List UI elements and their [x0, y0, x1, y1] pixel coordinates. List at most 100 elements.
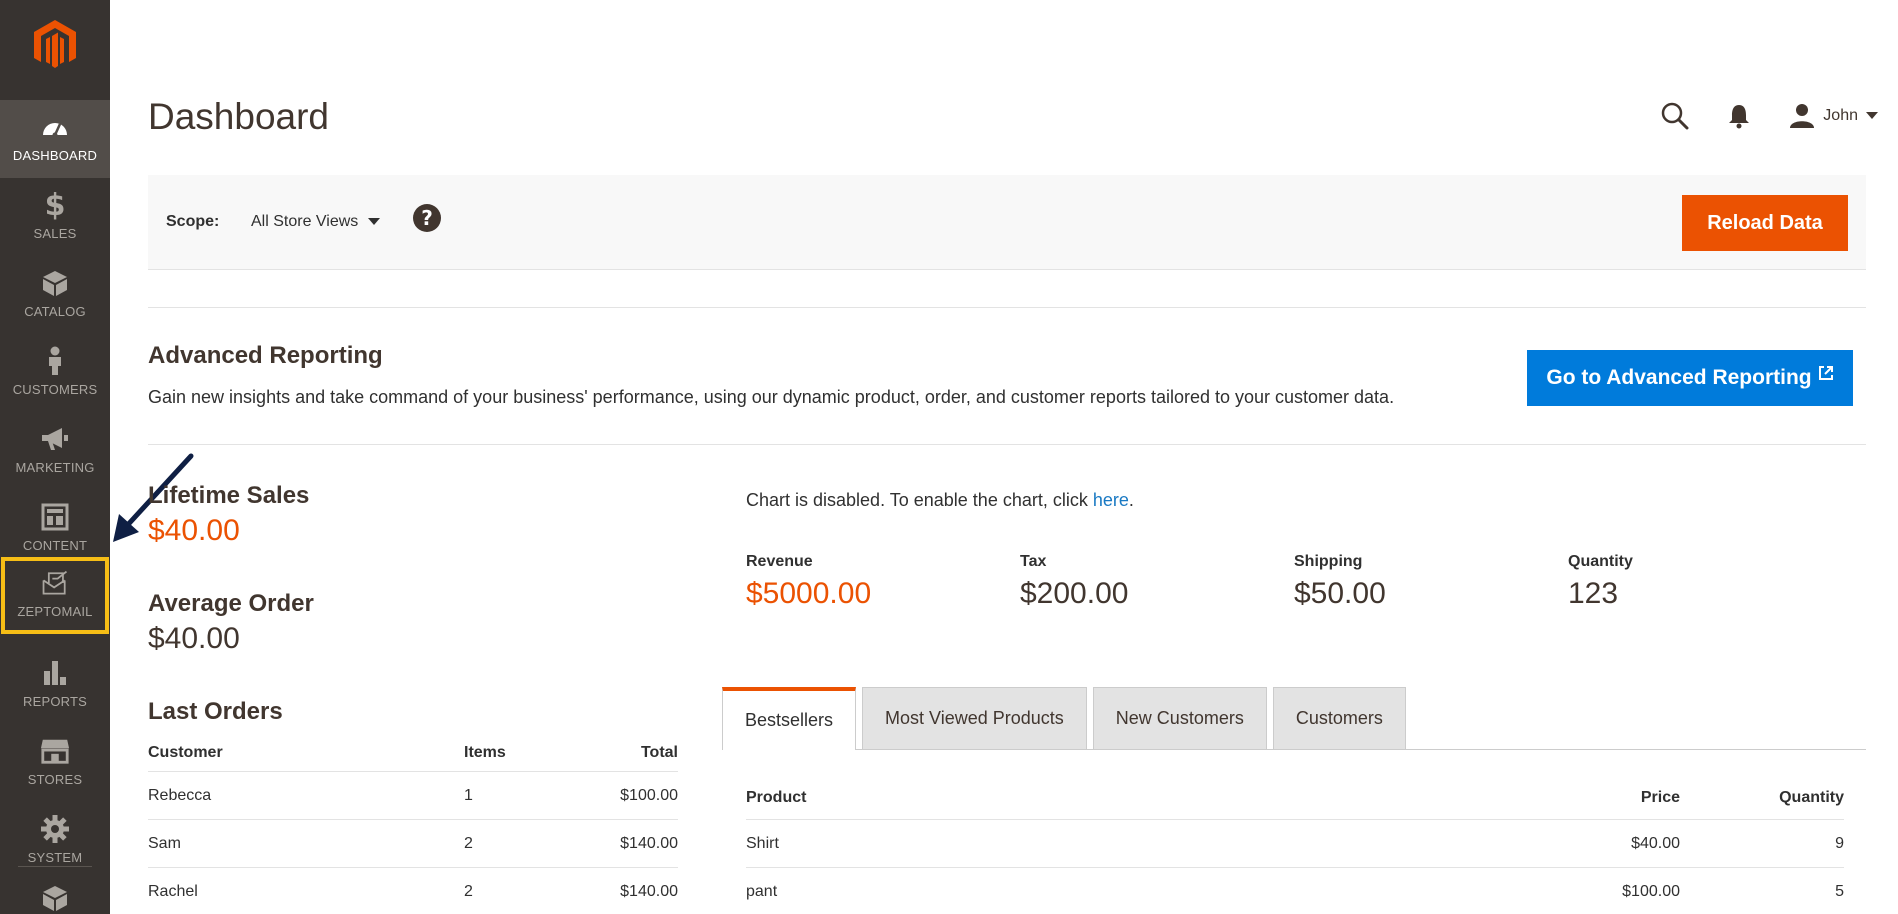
total-label: Tax [1020, 553, 1047, 570]
extension-box-icon [40, 882, 70, 914]
search-icon [1662, 102, 1689, 130]
advanced-reporting-button-label: Go to Advanced Reporting [1546, 366, 1812, 389]
column-header-quantity: Quantity [1779, 788, 1844, 806]
bestsellers-table: Product Price Quantity Shirt $40.00 9 pa… [746, 776, 1844, 914]
column-header-product: Product [746, 788, 807, 806]
chart-message-text: Chart is disabled. To enable the chart, … [746, 490, 1093, 510]
order-customer: Sam [148, 834, 181, 852]
table-row[interactable]: Shirt $40.00 9 [746, 820, 1844, 868]
table-header-row: Customer Items Total [148, 734, 678, 772]
user-icon [1790, 104, 1815, 128]
advanced-reporting-title: Advanced Reporting [148, 342, 383, 369]
user-name: John [1823, 107, 1858, 124]
scope-label: Scope: [166, 213, 220, 230]
table-header-row: Product Price Quantity [746, 776, 1844, 820]
enable-chart-link[interactable]: here [1093, 490, 1129, 510]
order-items: 2 [464, 882, 473, 900]
order-total: $140.00 [620, 882, 678, 900]
last-orders-title: Last Orders [148, 698, 283, 725]
dashboard-icon [40, 110, 70, 144]
mail-icon [40, 566, 70, 600]
search-button[interactable] [1655, 96, 1695, 136]
total-shipping: Shipping $50.00 [1294, 553, 1568, 611]
sidebar-item-stores[interactable]: STORES [0, 724, 110, 802]
total-value: $200.00 [1020, 577, 1129, 610]
table-row[interactable]: Rebecca 1 $100.00 [148, 772, 678, 820]
product-price: $100.00 [1622, 882, 1680, 900]
product-name: pant [746, 882, 778, 900]
user-menu[interactable]: John [1789, 103, 1878, 129]
sidebar-item-label: ZEPTOMAIL [17, 604, 93, 619]
external-link-icon [1818, 366, 1833, 380]
sidebar-item-dashboard[interactable]: DASHBOARD [0, 100, 110, 178]
header-actions: John [1631, 96, 1878, 136]
sidebar-item-label: CUSTOMERS [12, 382, 98, 397]
lifetime-sales-label: Lifetime Sales [148, 482, 310, 509]
scope-value: All Store Views [251, 213, 359, 230]
total-value: 123 [1568, 577, 1619, 610]
dollar-icon: $ [40, 188, 70, 222]
tab-new-customers[interactable]: New Customers [1092, 687, 1267, 749]
column-header-items: Items [464, 743, 506, 761]
total-tax: Tax $200.00 [1020, 553, 1294, 611]
sidebar-item-system[interactable]: SYSTEM [0, 802, 110, 880]
total-revenue: Revenue $5000.00 [746, 553, 1020, 611]
sidebar-item-extensions[interactable] [0, 872, 110, 914]
order-total: $100.00 [620, 786, 678, 804]
total-value: $5000.00 [746, 577, 872, 610]
sidebar-item-reports[interactable]: REPORTS [0, 646, 110, 724]
total-label: Quantity [1568, 553, 1633, 570]
chart-disabled-message: Chart is disabled. To enable the chart, … [746, 490, 1134, 511]
total-value: $50.00 [1294, 577, 1386, 610]
gear-icon [40, 812, 70, 846]
sidebar-item-label: REPORTS [22, 694, 87, 709]
help-icon[interactable]: ? [413, 204, 441, 232]
table-row[interactable]: pant $100.00 5 [746, 868, 1844, 914]
sidebar-item-sales[interactable]: $ SALES [0, 178, 110, 256]
sidebar-item-zeptomail[interactable]: ZEPTOMAIL [0, 556, 110, 635]
table-row[interactable]: Rachel 2 $140.00 [148, 868, 678, 914]
tab-bestsellers[interactable]: Bestsellers [722, 687, 857, 750]
tab-customers[interactable]: Customers [1272, 687, 1406, 749]
order-customer: Rebecca [148, 786, 212, 804]
magento-logo[interactable] [0, 0, 110, 90]
person-icon [40, 344, 70, 378]
sidebar-item-marketing[interactable]: MARKETING [0, 412, 110, 490]
product-price: $40.00 [1631, 834, 1680, 852]
sidebar-item-catalog[interactable]: CATALOG [0, 256, 110, 334]
order-items: 2 [464, 834, 473, 852]
go-to-advanced-reporting-button[interactable]: Go to Advanced Reporting [1527, 350, 1853, 406]
tab-most-viewed-products[interactable]: Most Viewed Products [862, 687, 1087, 749]
scope-switcher[interactable]: All Store Views [251, 213, 381, 231]
sidebar-item-label: MARKETING [15, 460, 95, 475]
svg-text:$: $ [45, 190, 65, 220]
table-row[interactable]: Sam 2 $140.00 [148, 820, 678, 868]
sidebar-item-customers[interactable]: CUSTOMERS [0, 334, 110, 412]
sidebar-divider [18, 866, 92, 867]
notifications-button[interactable] [1719, 96, 1759, 136]
svg-text:?: ? [421, 206, 433, 230]
average-order-label: Average Order [148, 590, 314, 617]
dashboard-tabs: Bestsellers Most Viewed Products New Cus… [722, 687, 1866, 750]
box-icon [40, 266, 70, 300]
column-header-total: Total [640, 743, 678, 761]
sidebar-item-label: DASHBOARD [12, 148, 98, 163]
average-order-value: $40.00 [148, 622, 240, 655]
total-quantity: Quantity 123 [1568, 553, 1842, 611]
chevron-down-icon [1866, 112, 1878, 119]
product-name: Shirt [746, 834, 779, 852]
bar-chart-icon [40, 656, 70, 690]
reload-data-button[interactable]: Reload Data [1682, 195, 1848, 251]
section-divider [148, 307, 1866, 308]
product-quantity: 5 [1835, 882, 1844, 900]
admin-sidebar: DASHBOARD $ SALES CATALOG CUSTOMERS MARK… [0, 0, 110, 914]
last-orders-table: Customer Items Total Rebecca 1 $100.00 S… [148, 734, 678, 914]
dashboard-totals: Revenue $5000.00 Tax $200.00 Shipping $5… [746, 553, 1842, 611]
sidebar-item-label: CATALOG [24, 304, 86, 319]
total-label: Revenue [746, 553, 813, 570]
sidebar-item-label: STORES [27, 772, 83, 787]
store-icon [40, 734, 70, 768]
scope-bar: Scope: All Store Views ? Reload Data [148, 175, 1866, 270]
layout-icon [40, 500, 70, 534]
order-items: 1 [464, 786, 473, 804]
